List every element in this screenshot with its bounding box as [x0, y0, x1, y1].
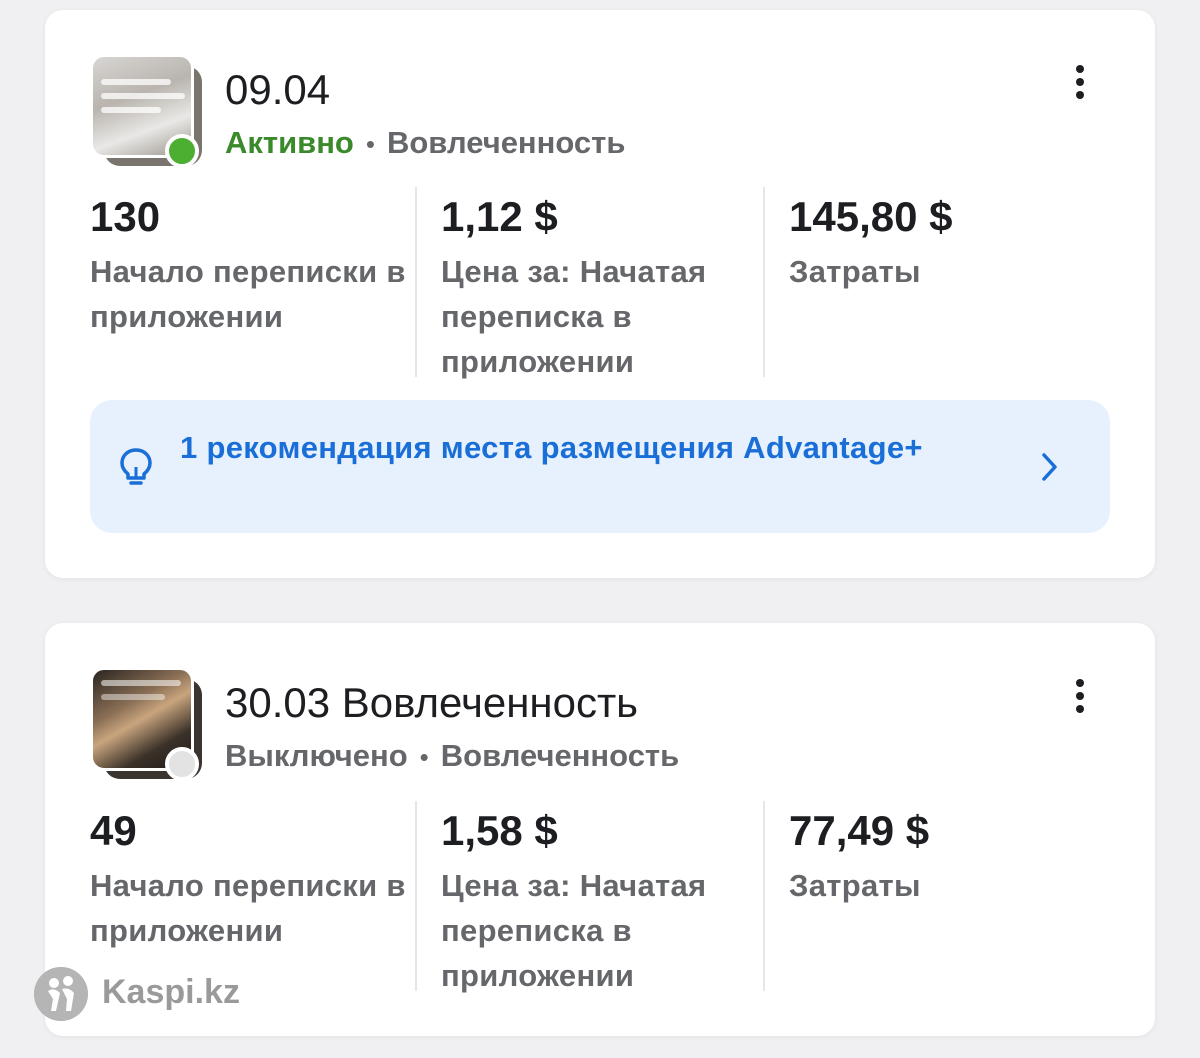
campaign-goal: Вовлеченность	[386, 125, 626, 160]
status-text: Активно	[225, 125, 354, 160]
lightbulb-icon	[120, 448, 152, 485]
status-indicator-off	[165, 747, 199, 781]
campaign-title: 09.04	[225, 66, 331, 113]
dot-icon	[1076, 91, 1084, 99]
recommendation-banner[interactable]: 1 рекомендация места размещения Advantag…	[90, 400, 1110, 533]
dot-icon	[1076, 705, 1084, 713]
dot-icon	[1076, 692, 1084, 700]
metric-value: 77,49 $	[789, 807, 930, 854]
metrics-row: 130 Начало переписки в приложении 1,12 $…	[90, 187, 1110, 379]
metric-label: Затраты	[789, 868, 921, 903]
dot-icon	[1076, 679, 1084, 687]
more-options-button[interactable]	[1065, 671, 1095, 721]
metric-label: Цена за: Начатая переписка в приложении	[441, 868, 707, 993]
chevron-right-icon	[1042, 453, 1057, 481]
ads-manager-screen: 09.04 Активно • Вовлеченность 130 Начало п…	[0, 0, 1200, 1058]
metric-cost-per-conversation: 1,12 $ Цена за: Начатая переписка в прил…	[415, 187, 763, 379]
campaign-status-line: Выключено • Вовлеченность	[225, 738, 679, 774]
metric-conversations: 49 Начало переписки в приложении	[90, 801, 415, 991]
metric-value: 130	[90, 193, 161, 240]
watermark-text: Kaspi.kz	[102, 973, 240, 1011]
campaign-title: 30.03 Вовлеченность	[225, 679, 639, 726]
more-options-button[interactable]	[1065, 57, 1095, 107]
metric-value: 1,12 $	[441, 193, 558, 240]
campaign-goal: Вовлеченность	[440, 738, 680, 773]
recommendation-text: 1 рекомендация места размещения Advantag…	[180, 430, 923, 465]
separator-dot: •	[365, 129, 375, 159]
metric-value: 1,58 $	[441, 807, 558, 854]
metric-cost-per-conversation: 1,58 $ Цена за: Начатая переписка в прил…	[415, 801, 763, 993]
metric-spend: 77,49 $ Затраты	[763, 801, 1110, 991]
campaign-status-line: Активно • Вовлеченность	[225, 125, 625, 161]
dot-icon	[1076, 78, 1084, 86]
campaign-card[interactable]: 09.04 Активно • Вовлеченность 130 Начало п…	[45, 10, 1155, 578]
metrics-row: 49 Начало переписки в приложении 1,58 $ …	[90, 801, 1110, 993]
metric-value: 145,80 $	[789, 193, 953, 240]
metric-label: Затраты	[789, 254, 921, 289]
kaspi-logo-icon	[34, 967, 88, 1021]
metric-label: Начало переписки в приложении	[90, 868, 406, 948]
metric-value: 49	[90, 807, 137, 854]
metric-conversations: 130 Начало переписки в приложении	[90, 187, 415, 377]
status-indicator-active	[165, 134, 199, 168]
metric-label: Цена за: Начатая переписка в приложении	[441, 254, 707, 379]
kaspi-watermark: Kaspi.kz	[34, 967, 274, 1023]
metric-label: Начало переписки в приложении	[90, 254, 406, 334]
status-text: Выключено	[225, 738, 408, 773]
separator-dot: •	[419, 742, 429, 772]
metric-spend: 145,80 $ Затраты	[763, 187, 1110, 377]
dot-icon	[1076, 65, 1084, 73]
